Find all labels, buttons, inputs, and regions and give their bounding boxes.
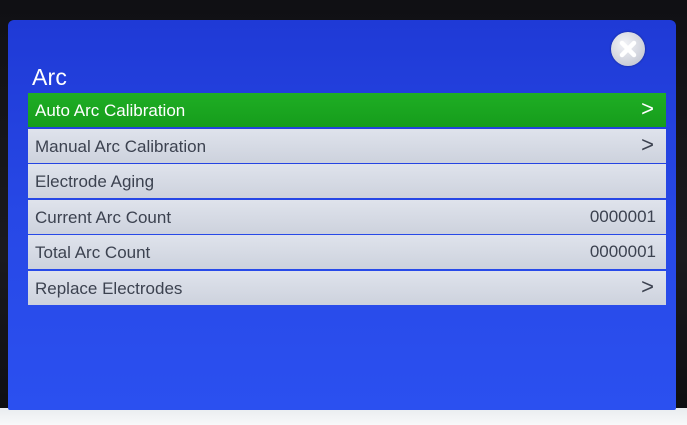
current-arc-count-value: 0000001 (589, 206, 656, 226)
menu-item-replace-electrodes[interactable]: Replace Electrodes > (28, 270, 666, 305)
chevron-right-icon: > (641, 131, 654, 157)
total-arc-count-value: 0000001 (589, 242, 656, 262)
chevron-right-icon: > (641, 273, 654, 299)
close-icon (619, 40, 637, 58)
menu-item-label: Auto Arc Calibration (35, 101, 186, 120)
menu-item-electrode-aging[interactable]: Electrode Aging (28, 164, 666, 199)
menu-item-manual-arc-calibration[interactable]: Manual Arc Calibration > (28, 128, 666, 163)
menu-item-auto-arc-calibration[interactable]: Auto Arc Calibration > (28, 93, 666, 127)
arc-menu-list: Auto Arc Calibration > Manual Arc Calibr… (28, 93, 666, 307)
page-title: Arc (32, 64, 68, 90)
chevron-right-icon: > (641, 96, 654, 121)
menu-item-label: Electrode Aging (35, 172, 155, 192)
touch-screen: Arc Auto Arc Calibration > Manual Arc Ca… (8, 20, 676, 410)
menu-item-current-arc-count: Current Arc Count 0000001 (28, 199, 666, 234)
menu-item-label: Total Arc Count (35, 243, 151, 263)
close-button[interactable] (611, 32, 645, 66)
bezel-bottom-edge (0, 408, 687, 425)
menu-item-label: Replace Electrodes (35, 278, 183, 298)
menu-item-total-arc-count: Total Arc Count 0000001 (28, 235, 666, 270)
menu-item-label: Manual Arc Calibration (35, 136, 207, 156)
menu-item-label: Current Arc Count (35, 207, 172, 227)
